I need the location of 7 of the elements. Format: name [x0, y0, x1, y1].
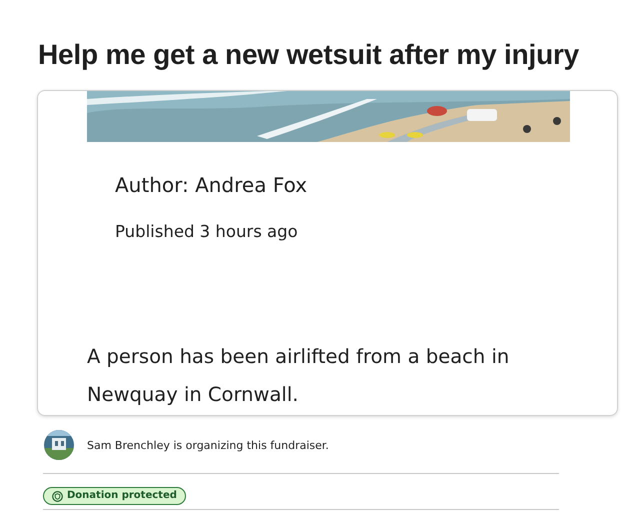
page-title: Help me get a new wetsuit after my injury	[38, 38, 580, 72]
publish-time: Published 3 hours ago	[115, 221, 299, 243]
donation-badge: Donation protected	[43, 487, 186, 505]
author-name: Author: Andrea Fox	[115, 172, 308, 198]
article-text: A person has been airlifted from a beach in Newquay in Cornwall.	[87, 344, 510, 408]
organizer-text: Sam Brenchley is organizing this fundraiser.	[87, 438, 329, 452]
shield-icon	[52, 490, 63, 502]
